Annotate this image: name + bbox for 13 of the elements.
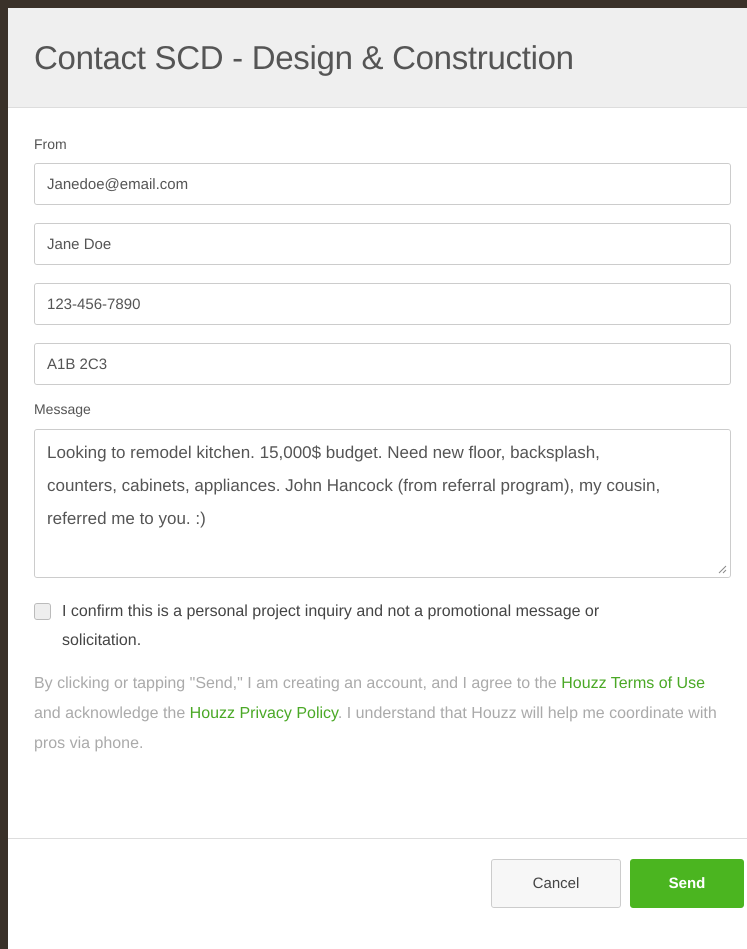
input-field[interactable]: Jane Doe <box>34 223 731 265</box>
input-field[interactable]: Janedoe@email.com <box>34 163 731 205</box>
consent-notice: By clicking or tapping "Send," I am creating an account, and I agree to the Houzz Terms of Use and acknowledge the Houzz Privacy Policy. I understand that Houzz will help me coordinate with pros via phone. <box>34 674 718 754</box>
message-field[interactable]: Looking to remodel kitchen. 15,000$ budget. Need new floor, backsplash, counters, cabinets, appliances. John Hancock (from referral program), my cousin, referred me to you. :) <box>34 429 731 578</box>
resize-grip-icon <box>718 565 727 574</box>
input-field[interactable]: 123-456-7890 <box>34 283 731 325</box>
input-field[interactable]: A1B 2C3 <box>34 343 731 385</box>
cancel-button[interactable]: Cancel <box>491 859 621 908</box>
checkbox[interactable] <box>34 603 51 620</box>
dialog-title: Contact SCD - Design & Construction <box>34 38 574 76</box>
checkbox-label: I confirm this is a personal project inquiry and not a promotional message or solicitation. <box>62 602 600 651</box>
field-label: Message <box>34 401 92 417</box>
field-label: From <box>34 136 68 152</box>
